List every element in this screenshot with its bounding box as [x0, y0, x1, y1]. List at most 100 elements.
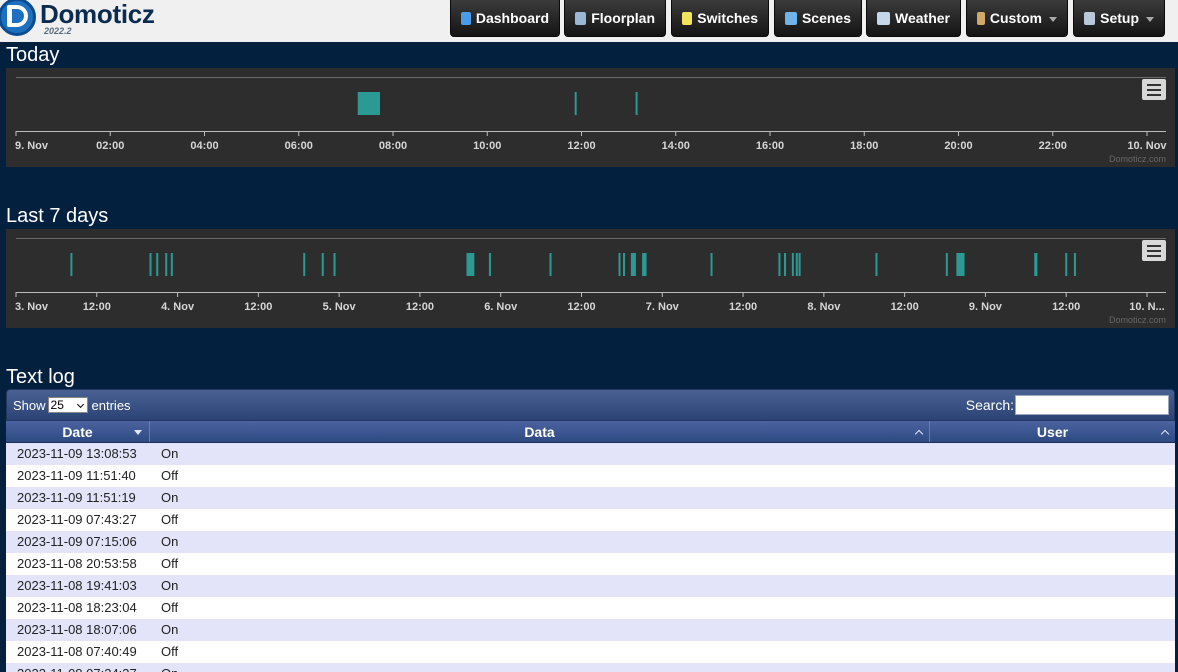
on-period-bar — [357, 92, 381, 115]
app-name: Domoticz — [40, 0, 155, 29]
nav-label: Weather — [895, 10, 950, 26]
on-period-bar — [875, 253, 878, 276]
nav-weather-button[interactable]: Weather — [866, 0, 961, 37]
nav-setup-button[interactable]: Setup — [1073, 0, 1165, 37]
chart-menu-icon[interactable] — [1142, 240, 1166, 261]
table-row[interactable]: 2023-11-09 07:43:27 Off — [6, 509, 1175, 531]
on-period-bar — [956, 253, 965, 276]
cell-data: Off — [161, 644, 179, 659]
nav-label: Custom — [989, 10, 1042, 26]
dashboard-icon — [461, 11, 471, 25]
x-tick-label: 16:00 — [756, 140, 784, 152]
column-header-data[interactable]: Data — [150, 421, 930, 442]
cell-date: 2023-11-08 18:07:06 — [17, 622, 137, 637]
nav-label: Switches — [697, 10, 758, 26]
table-row[interactable]: 2023-11-08 20:53:58 Off — [6, 553, 1175, 575]
cell-date: 2023-11-08 18:23:04 — [17, 600, 137, 615]
cell-user — [930, 597, 1175, 619]
cell-date: 2023-11-09 07:43:27 — [17, 512, 137, 527]
caret-down-icon — [1049, 16, 1057, 22]
cell-user — [930, 509, 1175, 531]
cell-date: 2023-11-09 13:08:53 — [17, 446, 137, 461]
x-tick-label: 10:00 — [473, 140, 501, 152]
cell-date: 2023-11-08 07:24:37 — [6, 663, 150, 672]
entries-length: Show 25 entries — [13, 397, 131, 413]
show-label: Show — [13, 397, 46, 413]
table-row[interactable]: 2023-11-08 19:41:03 On — [6, 575, 1175, 597]
x-tick-label: 10. Nov — [1127, 140, 1167, 152]
x-tick-label: 08:00 — [379, 140, 407, 152]
x-tick-label: 7. Nov — [646, 301, 680, 313]
entries-label: entries — [91, 397, 131, 413]
x-tick-label: 04:00 — [190, 140, 218, 152]
week-title: Last 7 days — [6, 205, 109, 227]
nav-dashboard-button[interactable]: Dashboard — [450, 0, 560, 37]
nav-label: Floorplan — [591, 10, 655, 26]
nav-scenes-button[interactable]: Scenes — [774, 0, 862, 37]
week-chart-svg: 3. Nov 12:00 4. Nov 12:00 5. Nov 12:00 6. Nov 1… — [15, 238, 1166, 313]
chart-credit[interactable]: Domoticz.com — [1109, 315, 1166, 325]
cell-user — [930, 487, 1175, 509]
on-period-bar — [1034, 253, 1038, 276]
sort-asc-icon — [914, 429, 924, 439]
nav-custom-button[interactable]: Custom — [966, 0, 1068, 37]
app-logo[interactable]: Domoticz — [0, 0, 155, 38]
table-row[interactable]: 2023-11-08 07:40:49 Off — [6, 641, 1175, 663]
x-tick-label: 4. Nov — [161, 301, 195, 313]
on-period-bar — [784, 253, 787, 276]
entries-select[interactable]: 25 — [47, 397, 88, 413]
x-tick-label: 9. Nov — [15, 140, 49, 152]
x-tick-label: 12:00 — [891, 301, 919, 313]
x-tick-label: 5. Nov — [323, 301, 357, 313]
on-period-bar — [623, 253, 626, 276]
table-row[interactable]: 2023-11-09 11:51:19 On — [6, 487, 1175, 509]
table-row[interactable]: 2023-11-08 18:07:06 On — [6, 619, 1175, 641]
cell-user — [930, 575, 1175, 597]
column-header-user[interactable]: User — [930, 421, 1175, 442]
x-tick-label: 12:00 — [244, 301, 272, 313]
cell-date: 2023-11-08 07:40:49 — [17, 644, 137, 659]
caret-down-icon — [1146, 16, 1154, 22]
table-header: Date Data User — [6, 421, 1175, 443]
x-tick-label: 10. N... — [1129, 301, 1164, 313]
on-period-bar — [635, 92, 638, 115]
on-period-bar — [618, 253, 621, 276]
on-period-bar — [170, 253, 173, 276]
nav-switches-button[interactable]: Switches — [671, 0, 769, 37]
column-header-user-label: User — [1036, 424, 1069, 440]
table-row[interactable]: 2023-11-08 07:24:37On — [6, 663, 1175, 672]
on-period-bar — [945, 253, 948, 276]
table-row[interactable]: 2023-11-08 18:23:04 Off — [6, 597, 1175, 619]
floorplan-icon — [575, 11, 587, 25]
cell-data: Off — [161, 468, 179, 483]
on-period-bar — [778, 253, 781, 276]
cell-user — [930, 641, 1175, 663]
gear-icon — [977, 11, 985, 25]
x-tick-label: 02:00 — [96, 140, 124, 152]
x-tick-label: 9. Nov — [969, 301, 1003, 313]
x-tick-label: 12:00 — [83, 301, 111, 313]
on-period-bar — [70, 253, 73, 276]
cell-date: 2023-11-08 19:41:03 — [17, 578, 137, 593]
table-row[interactable]: 2023-11-09 13:08:53 On — [6, 443, 1175, 465]
search-input[interactable] — [1015, 395, 1169, 415]
top-bar: Domoticz 2022.2 Dashboard Floorplan Switch… — [0, 0, 1178, 42]
on-period-bar — [165, 253, 168, 276]
bulb-icon — [682, 11, 693, 25]
table-row[interactable]: 2023-11-09 07:15:06 On — [6, 531, 1175, 553]
week-chart: 3. Nov 12:00 4. Nov 12:00 5. Nov 12:00 6. Nov 1… — [6, 229, 1175, 328]
on-period-bar — [710, 253, 713, 276]
column-header-date[interactable]: Date — [6, 421, 150, 442]
chart-credit[interactable]: Domoticz.com — [1109, 154, 1166, 164]
scenes-icon — [785, 11, 797, 25]
nav-floorplan-button[interactable]: Floorplan — [564, 0, 666, 37]
chart-menu-icon[interactable] — [1142, 79, 1166, 100]
on-period-bar — [791, 253, 794, 276]
x-tick-label: 12:00 — [567, 301, 595, 313]
cell-date: 2023-11-09 11:51:19 — [17, 490, 136, 505]
table-row[interactable]: 2023-11-09 11:51:40 Off — [6, 465, 1175, 487]
cell-data: On — [161, 490, 179, 505]
on-period-bar — [798, 253, 801, 276]
x-tick-label: 06:00 — [285, 140, 313, 152]
x-tick-label: 12:00 — [729, 301, 757, 313]
